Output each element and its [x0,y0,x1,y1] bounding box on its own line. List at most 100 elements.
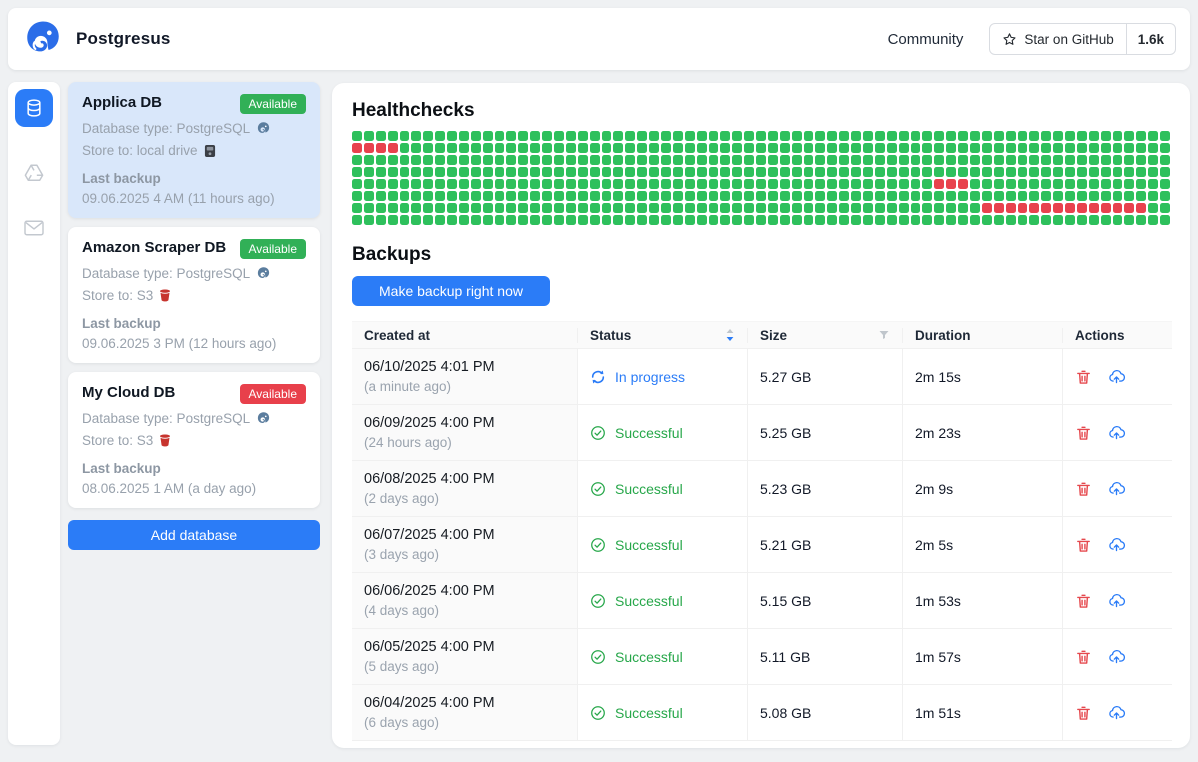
healthcheck-cell [1160,215,1170,225]
download-backup-button[interactable] [1107,480,1126,497]
healthcheck-cell [459,131,469,141]
healthcheck-cell [946,155,956,165]
healthcheck-cell [542,179,552,189]
healthcheck-cell [1029,155,1039,165]
healthcheck-cell [1148,167,1158,177]
healthcheck-cell [1077,203,1087,213]
healthcheck-cell [732,191,742,201]
healthcheck-cell [566,203,576,213]
healthcheck-cell [1041,155,1051,165]
healthcheck-cell [934,167,944,177]
healthcheck-cell [435,203,445,213]
database-card-my-cloud[interactable]: My Cloud DB Available Database type: Pos… [68,372,320,508]
healthcheck-cell [388,215,398,225]
created-at-cell: 06/07/2025 4:00 PM(3 days ago) [352,517,578,572]
healthcheck-cell [435,131,445,141]
healthcheck-cell [625,131,635,141]
created-ago: (5 days ago) [364,657,439,676]
healthcheck-cell [506,167,516,177]
duration-cell: 1m 53s [903,573,1063,628]
filter-funnel-icon[interactable] [878,329,890,341]
download-backup-button[interactable] [1107,704,1126,721]
column-header-status[interactable]: Status [578,328,748,343]
download-backup-button[interactable] [1107,648,1126,665]
delete-backup-button[interactable] [1075,424,1092,442]
healthcheck-cell [400,179,410,189]
delete-backup-button[interactable] [1075,648,1092,666]
database-card-applica[interactable]: Applica DB Available Database type: Post… [68,82,320,218]
healthcheck-cell [613,179,623,189]
healthcheck-cell [542,191,552,201]
healthcheck-cell [946,179,956,189]
delete-backup-button[interactable] [1075,592,1092,610]
sidebar-item-storage[interactable] [23,163,45,183]
healthcheck-cell [720,167,730,177]
healthcheck-cell [1053,143,1063,153]
healthcheck-cell [1053,191,1063,201]
healthcheck-cell [792,191,802,201]
delete-backup-button[interactable] [1075,368,1092,386]
healthcheck-cell [994,179,1004,189]
size-cell: 5.21 GB [748,517,903,572]
healthcheck-cell [483,167,493,177]
healthcheck-cell [709,191,719,201]
download-backup-button[interactable] [1107,424,1126,441]
sort-carets-icon[interactable] [725,328,735,342]
healthcheck-cell [685,179,695,189]
check-circle-icon [590,593,606,609]
healthcheck-cell [887,215,897,225]
healthcheck-cell [922,215,932,225]
download-backup-button[interactable] [1107,536,1126,553]
healthcheck-cell [578,191,588,201]
healthchecks-title: Healthchecks [352,100,1170,122]
add-database-button[interactable]: Add database [68,520,320,550]
healthcheck-cell [911,203,921,213]
column-header-size[interactable]: Size [748,328,903,343]
actions-cell [1063,573,1172,628]
healthcheck-cell [839,179,849,189]
healthcheck-cell [756,143,766,153]
download-backup-button[interactable] [1107,592,1126,609]
healthcheck-cell [376,131,386,141]
healthchecks-grid [352,131,1170,225]
healthcheck-cell [1029,167,1039,177]
backup-row: 06/09/2025 4:00 PM(24 hours ago)Successf… [352,405,1172,461]
healthcheck-cell [530,167,540,177]
delete-backup-button[interactable] [1075,536,1092,554]
size-cell: 5.11 GB [748,629,903,684]
community-link[interactable]: Community [888,31,964,48]
healthcheck-cell [970,167,980,177]
healthcheck-cell [411,203,421,213]
download-backup-button[interactable] [1107,368,1126,385]
database-card-amazon-scraper[interactable]: Amazon Scraper DB Available Database typ… [68,227,320,363]
healthcheck-cell [887,191,897,201]
delete-backup-button[interactable] [1075,704,1092,722]
healthcheck-cell [376,191,386,201]
healthcheck-cell [471,203,481,213]
delete-backup-button[interactable] [1075,480,1092,498]
healthcheck-cell [506,155,516,165]
healthcheck-cell [590,167,600,177]
healthcheck-cell [709,203,719,213]
healthcheck-cell [827,155,837,165]
healthcheck-cell [661,131,671,141]
healthcheck-cell [352,155,362,165]
healthcheck-cell [875,155,885,165]
healthcheck-cell [400,155,410,165]
healthcheck-cell [1089,215,1099,225]
healthcheck-cell [495,167,505,177]
sidebar-item-notifications[interactable] [23,219,45,237]
healthcheck-cell [590,215,600,225]
healthcheck-cell [495,215,505,225]
sidebar-item-databases[interactable] [15,89,53,127]
make-backup-button[interactable]: Make backup right now [352,276,550,306]
backup-row: 06/10/2025 4:01 PM(a minute ago)In progr… [352,349,1172,405]
healthcheck-cell [768,155,778,165]
healthcheck-cell [815,167,825,177]
healthcheck-cell [530,191,540,201]
healthcheck-cell [1018,179,1028,189]
healthcheck-cell [685,143,695,153]
star-on-github-button[interactable]: Star on GitHub 1.6k [989,23,1176,55]
healthcheck-cell [804,179,814,189]
healthcheck-cell [602,143,612,153]
